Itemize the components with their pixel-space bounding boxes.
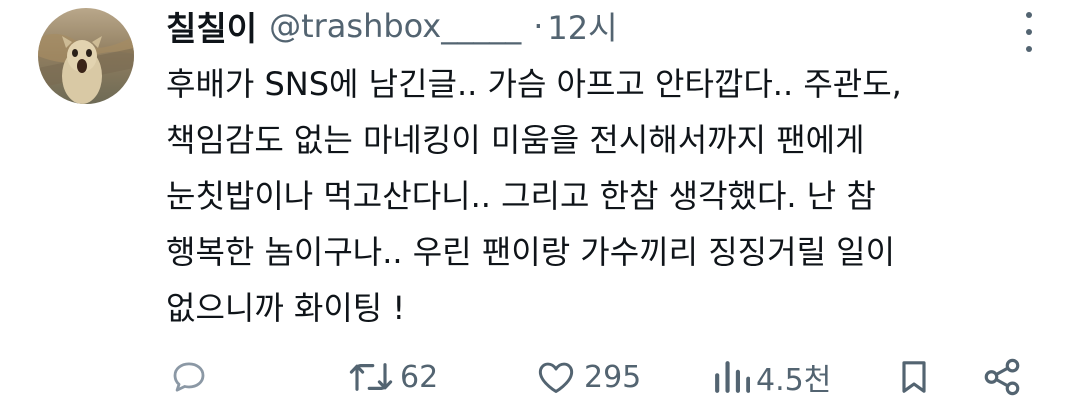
views-button[interactable]: 4.5천 <box>712 352 831 402</box>
avatar-image <box>38 8 134 104</box>
display-name[interactable]: 칠칠이 <box>166 2 257 50</box>
tweet-text: 후배가 SNS에 남긴글.. 가슴 아프고 안타깝다.. 주관도, 책임감도 없… <box>166 56 1046 336</box>
tweet-header: 칠칠이 @trashbox_____ · 12시 <box>166 4 618 48</box>
user-handle[interactable]: @trashbox_____ <box>269 7 521 45</box>
timestamp[interactable]: 12시 <box>547 3 617 49</box>
tweet-text-line: 후배가 SNS에 남긴글.. 가슴 아프고 안타깝다.. 주관도, <box>166 65 902 103</box>
share-icon <box>984 358 1020 396</box>
tweet-text-line: 책임감도 없는 마네킹이 미움을 전시해서까지 팬에게 <box>166 121 865 159</box>
action-bar: 62 295 4.5천 <box>0 352 1080 402</box>
bookmark-button[interactable] <box>894 352 934 402</box>
bookmark-icon <box>902 361 926 393</box>
tweet-text-line: 없으니까 화이팅 ! <box>166 289 406 327</box>
retweet-icon <box>349 363 393 391</box>
share-button[interactable] <box>980 352 1024 402</box>
retweet-button[interactable]: 62 <box>348 352 438 402</box>
heart-icon <box>538 362 574 394</box>
like-button[interactable]: 295 <box>534 352 641 402</box>
separator-dot: · <box>533 7 544 45</box>
like-count: 295 <box>584 359 642 395</box>
views-count: 4.5천 <box>756 363 832 398</box>
tweet-text-line: 눈칫밥이나 먹고산다니.. 그리고 한참 생각했다. 난 참 <box>166 177 876 215</box>
views-icon <box>715 361 750 393</box>
reply-button[interactable] <box>168 352 210 402</box>
reply-icon <box>173 362 205 392</box>
retweet-count: 62 <box>400 359 439 395</box>
more-options-icon[interactable] <box>1018 12 1040 52</box>
avatar[interactable] <box>38 8 134 104</box>
tweet-text-line: 행복한 놈이구나.. 우린 팬이랑 가수끼리 징징거릴 일이 <box>166 233 896 271</box>
